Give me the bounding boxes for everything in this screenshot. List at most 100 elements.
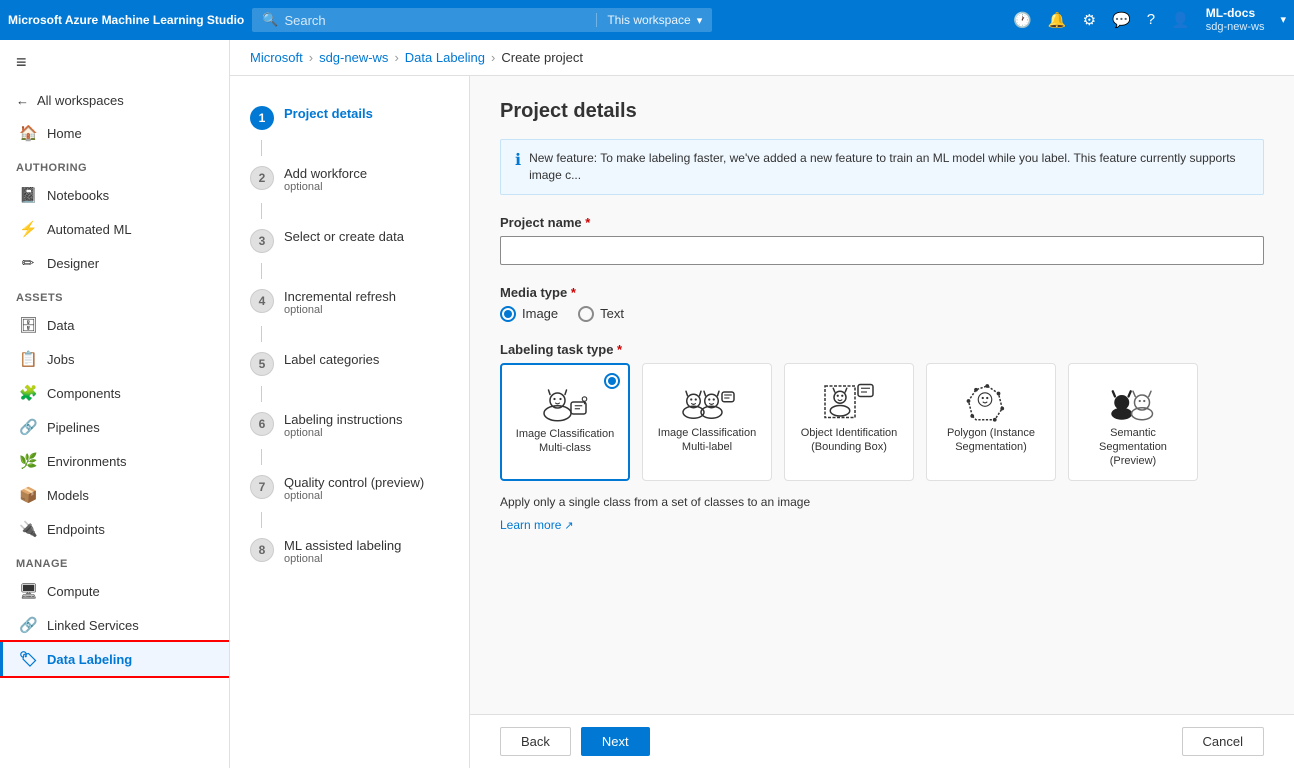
step-circle-2: 2 — [250, 166, 274, 190]
media-type-image-option[interactable]: Image — [500, 306, 558, 322]
media-type-text-option[interactable]: Text — [578, 306, 624, 322]
components-icon: 🧩 — [19, 384, 37, 402]
breadcrumb-microsoft[interactable]: Microsoft — [250, 50, 303, 65]
sidebar-item-data-labeling[interactable]: 🏷 Data Labeling — [0, 642, 229, 676]
step-5-label-categories[interactable]: 5 Label categories — [230, 342, 469, 386]
sidebar-item-endpoints[interactable]: 🔌 Endpoints — [0, 512, 229, 546]
models-icon: 📦 — [19, 486, 37, 504]
info-banner-text: New feature: To make labeling faster, we… — [529, 150, 1249, 184]
sidebar-item-components[interactable]: 🧩 Components — [0, 376, 229, 410]
task-icon-polygon — [961, 376, 1021, 426]
sidebar-item-models[interactable]: 📦 Models — [0, 478, 229, 512]
step-circle-1: 1 — [250, 106, 274, 130]
task-icon-multiclass — [535, 377, 595, 427]
sidebar-toggle[interactable]: ≡ — [0, 40, 229, 85]
info-banner: ℹ New feature: To make labeling faster, … — [500, 139, 1264, 195]
sidebar-item-environments[interactable]: 🌿 Environments — [0, 444, 229, 478]
task-card-label-4: Polygon (Instance Segmentation) — [939, 426, 1043, 455]
feedback-icon[interactable]: 💬 — [1112, 11, 1131, 29]
project-name-field: Project name * — [500, 215, 1264, 265]
breadcrumb: Microsoft › sdg-new-ws › Data Labeling ›… — [230, 40, 1294, 76]
search-icon: 🔍 — [262, 12, 278, 28]
back-arrow-icon: ← — [16, 93, 29, 108]
data-labeling-icon: 🏷 — [19, 650, 37, 668]
user-avatar[interactable]: 👤 — [1171, 11, 1190, 29]
bell-icon[interactable]: 🔔 — [1048, 11, 1067, 29]
task-icon-semantic — [1103, 376, 1163, 426]
media-type-text-radio[interactable] — [578, 306, 594, 322]
task-card-label-5: Semantic Segmentation (Preview) — [1081, 426, 1185, 469]
step-2-add-workforce[interactable]: 2 Add workforce optional — [230, 156, 469, 203]
user-name: ML-docs — [1206, 6, 1265, 20]
sidebar-item-compute[interactable]: 🖥 Compute — [0, 574, 229, 608]
sidebar-back-all-workspaces[interactable]: ← All workspaces — [0, 85, 229, 116]
step-circle-6: 6 — [250, 412, 274, 436]
step-3-select-data[interactable]: 3 Select or create data — [230, 219, 469, 263]
designer-icon: ✏ — [19, 254, 37, 272]
task-type-field: Labeling task type * — [500, 342, 1264, 533]
task-card-polygon-segmentation[interactable]: Polygon (Instance Segmentation) — [926, 363, 1056, 482]
cancel-button[interactable]: Cancel — [1182, 727, 1264, 756]
media-type-field: Media type * Image Text — [500, 285, 1264, 322]
step-circle-7: 7 — [250, 475, 274, 499]
step-circle-5: 5 — [250, 352, 274, 376]
step-4-incremental-refresh[interactable]: 4 Incremental refresh optional — [230, 279, 469, 326]
pipelines-icon: 🔗 — [19, 418, 37, 436]
environments-icon: 🌿 — [19, 452, 37, 470]
form-title: Project details — [500, 100, 1264, 123]
breadcrumb-create-project: Create project — [501, 50, 583, 65]
step-6-labeling-instructions[interactable]: 6 Labeling instructions optional — [230, 402, 469, 449]
search-input[interactable] — [284, 13, 590, 28]
settings-icon[interactable]: ⚙ — [1083, 11, 1096, 29]
task-card-semantic-segmentation[interactable]: Semantic Segmentation (Preview) — [1068, 363, 1198, 482]
sidebar-item-home[interactable]: 🏠 Home — [0, 116, 229, 150]
data-icon: 🗄 — [19, 316, 37, 334]
breadcrumb-workspace[interactable]: sdg-new-ws — [319, 50, 388, 65]
external-link-icon: ↗ — [564, 519, 573, 532]
user-chevron[interactable]: ▾ — [1280, 13, 1286, 26]
step-circle-8: 8 — [250, 538, 274, 562]
endpoints-icon: 🔌 — [19, 520, 37, 538]
workspace-chevron[interactable]: ▾ — [697, 14, 703, 27]
topbar-logo: Microsoft Azure Machine Learning Studio — [8, 13, 244, 27]
breadcrumb-data-labeling[interactable]: Data Labeling — [405, 50, 485, 65]
help-icon[interactable]: ? — [1147, 11, 1155, 28]
task-card-image-classification-multiclass[interactable]: Image Classification Multi-class — [500, 363, 630, 482]
task-card-label-2: Image Classification Multi-label — [655, 426, 759, 455]
step-circle-3: 3 — [250, 229, 274, 253]
next-button[interactable]: Next — [581, 727, 650, 756]
sidebar-item-automated-ml[interactable]: ⚡ Automated ML — [0, 212, 229, 246]
jobs-icon: 📋 — [19, 350, 37, 368]
automated-ml-icon: ⚡ — [19, 220, 37, 238]
info-icon: ℹ — [515, 150, 521, 172]
task-cards: Image Classification Multi-class — [500, 363, 1264, 482]
sidebar-item-designer[interactable]: ✏ Designer — [0, 246, 229, 280]
assets-section-label: Assets — [0, 280, 229, 308]
task-card-object-identification[interactable]: Object Identification (Bounding Box) — [784, 363, 914, 482]
task-card-image-classification-multilabel[interactable]: Image Classification Multi-label — [642, 363, 772, 482]
step-8-ml-assisted[interactable]: 8 ML assisted labeling optional — [230, 528, 469, 575]
step-circle-4: 4 — [250, 289, 274, 313]
sidebar-item-data[interactable]: 🗄 Data — [0, 308, 229, 342]
step-1-project-details[interactable]: 1 Project details — [230, 96, 469, 140]
project-name-input[interactable] — [500, 236, 1264, 265]
sidebar-item-pipelines[interactable]: 🔗 Pipelines — [0, 410, 229, 444]
project-name-required: * — [585, 215, 590, 230]
workspace-selector[interactable]: This workspace — [596, 13, 690, 27]
manage-section-label: Manage — [0, 546, 229, 574]
task-icon-bounding-box — [819, 376, 879, 426]
sidebar-item-jobs[interactable]: 📋 Jobs — [0, 342, 229, 376]
clock-icon[interactable]: 🕐 — [1013, 11, 1032, 29]
media-type-required: * — [571, 285, 576, 300]
back-button[interactable]: Back — [500, 727, 571, 756]
sidebar-item-notebooks[interactable]: 📓 Notebooks — [0, 178, 229, 212]
search-box[interactable]: 🔍 This workspace ▾ — [252, 8, 712, 32]
topbar: Microsoft Azure Machine Learning Studio … — [0, 0, 1294, 40]
task-card-label-3: Object Identification (Bounding Box) — [797, 426, 901, 455]
task-card-radio-1 — [604, 373, 620, 389]
step-7-quality-control[interactable]: 7 Quality control (preview) optional — [230, 465, 469, 512]
task-card-label-1: Image Classification Multi-class — [514, 427, 616, 456]
sidebar-item-linked-services[interactable]: 🔗 Linked Services — [0, 608, 229, 642]
learn-more-link[interactable]: Learn more ↗ — [500, 518, 574, 532]
media-type-image-radio[interactable] — [500, 306, 516, 322]
